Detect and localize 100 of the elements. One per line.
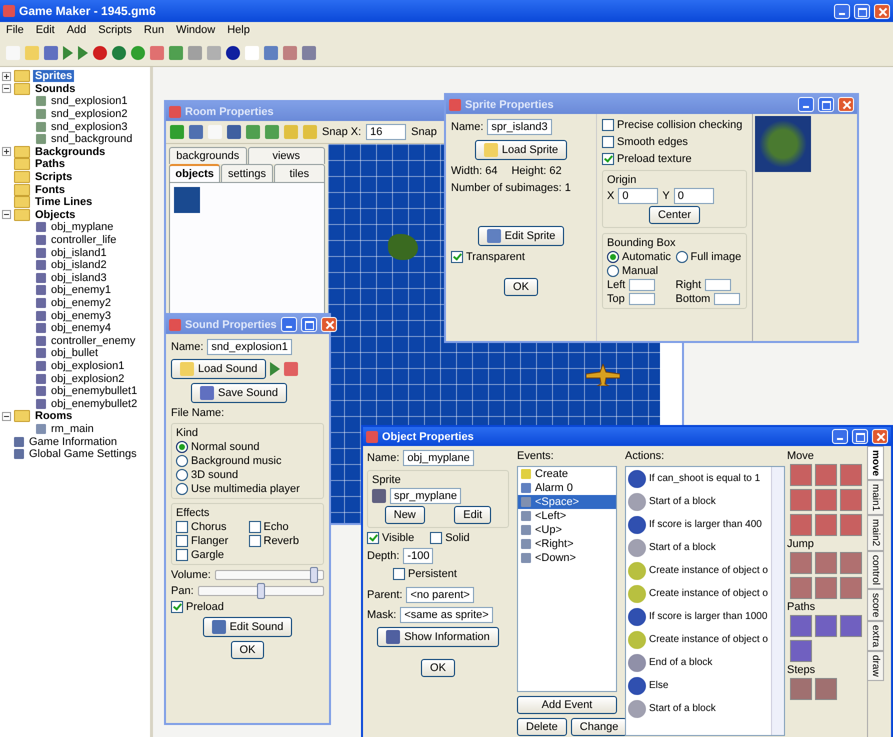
load-sound-button[interactable]: Load Sound [171, 359, 266, 379]
menu-item[interactable]: Help [227, 24, 250, 38]
maximize-button[interactable] [854, 4, 870, 18]
name-field[interactable]: snd_explosion1 [207, 339, 292, 355]
slider-thumb[interactable] [256, 583, 265, 599]
island-sprite[interactable] [388, 234, 418, 260]
action-icon[interactable] [815, 615, 837, 637]
tree-item[interactable]: Global Game Settings [27, 448, 139, 460]
side-tab[interactable]: control [868, 550, 884, 589]
action-item[interactable]: Create instance of object o [626, 559, 771, 582]
menu-item[interactable]: Scripts [98, 24, 132, 38]
tree-item[interactable]: obj_myplane [49, 221, 116, 234]
transparent-checkbox[interactable]: Transparent [451, 251, 525, 263]
checkbox[interactable]: Preload texture [602, 153, 692, 165]
maximize-button[interactable] [300, 317, 317, 332]
ok-button[interactable]: OK [504, 278, 538, 296]
event-item[interactable]: <Space> [518, 495, 616, 509]
add-event-button[interactable]: Add Event [517, 696, 617, 714]
center-button[interactable]: Center [648, 206, 700, 224]
tab[interactable]: tiles [274, 164, 325, 182]
tree-item[interactable]: Scripts [33, 171, 74, 184]
collapse-icon[interactable] [2, 412, 11, 421]
event-item[interactable]: <Left> [518, 509, 616, 523]
tree-item[interactable]: obj_explosion1 [49, 360, 126, 372]
preload-checkbox[interactable]: Preload [171, 601, 224, 613]
checkbox[interactable]: Precise collision checking [602, 119, 742, 131]
object-thumbnail[interactable] [174, 187, 200, 213]
tree-item[interactable]: Time Lines [33, 196, 94, 208]
minimize-button[interactable] [798, 97, 814, 112]
change-button[interactable]: Change [570, 718, 628, 736]
menu-item[interactable]: Window [176, 24, 216, 38]
action-icon[interactable] [790, 615, 812, 637]
side-tab[interactable]: main2 [868, 515, 884, 551]
tree-item[interactable]: obj_explosion2 [49, 372, 126, 385]
number-field[interactable] [714, 293, 740, 305]
event-item[interactable]: <Down> [518, 551, 616, 565]
tree-item[interactable]: obj_bullet [49, 347, 100, 360]
action-icon[interactable] [790, 640, 812, 662]
event-item[interactable]: <Up> [518, 523, 616, 537]
tree-item[interactable]: Sounds [33, 82, 78, 95]
tree-item[interactable]: Backgrounds [33, 146, 108, 158]
tree-item[interactable]: Rooms [33, 410, 74, 422]
tree-item[interactable]: snd_explosion2 [49, 108, 130, 120]
close-button[interactable] [872, 429, 888, 444]
maximize-button[interactable] [852, 429, 868, 444]
name-field[interactable]: spr_island3 [487, 119, 552, 135]
radio-button[interactable]: Full image [676, 251, 742, 263]
edit-button[interactable]: Edit [454, 506, 492, 524]
save-sound-button[interactable]: Save Sound [191, 383, 287, 403]
minimize-button[interactable] [280, 317, 297, 332]
radio-button[interactable]: Manual [607, 265, 658, 277]
tree-item[interactable]: Game Information [27, 436, 120, 448]
tree-item[interactable]: controller_life [49, 234, 118, 246]
checkbox[interactable]: Reverb [248, 535, 299, 547]
maximize-button[interactable] [818, 97, 834, 112]
checkbox[interactable]: Gargle [176, 549, 224, 561]
depth-field[interactable]: -100 [403, 548, 434, 564]
action-item[interactable]: If score is larger than 1000 [626, 605, 771, 628]
number-field[interactable] [629, 279, 656, 291]
persistent-checkbox[interactable]: Persistent [393, 568, 457, 580]
side-tab[interactable]: draw [868, 651, 884, 682]
action-item[interactable]: End of a block [626, 651, 771, 674]
collapse-icon[interactable] [2, 84, 11, 94]
tree-item[interactable]: obj_enemy2 [49, 296, 113, 309]
tree-item[interactable]: Paths [33, 158, 67, 170]
number-field[interactable] [628, 293, 655, 305]
tab[interactable]: objects [169, 164, 220, 182]
edit-sprite-button[interactable]: Edit Sprite [478, 226, 564, 246]
side-tab[interactable]: extra [868, 621, 884, 652]
tab[interactable]: backgrounds [169, 147, 246, 164]
radio-button[interactable]: 3D sound [176, 469, 238, 481]
mask-dropdown[interactable]: <same as sprite> [400, 607, 493, 623]
action-item[interactable]: Create instance of object o [626, 582, 771, 605]
parent-dropdown[interactable]: <no parent> [406, 587, 474, 603]
scrollbar[interactable] [771, 467, 784, 735]
show-information-button[interactable]: Show Information [377, 627, 499, 647]
event-item[interactable]: Create [518, 467, 616, 481]
tree-item[interactable]: obj_enemy4 [49, 322, 113, 334]
menu-item[interactable]: Add [66, 24, 86, 38]
tree-item[interactable]: obj_island3 [49, 272, 109, 284]
load-sprite-button[interactable]: Load Sprite [474, 140, 568, 160]
slider-thumb[interactable] [310, 567, 318, 583]
tree-item[interactable]: obj_island1 [49, 246, 109, 259]
sprite-dropdown[interactable]: spr_myplane [390, 488, 461, 504]
radio-button[interactable]: Automatic [607, 251, 671, 263]
action-item[interactable]: Start of a block [626, 697, 771, 720]
tree-item[interactable]: snd_background [49, 133, 134, 146]
delete-button[interactable]: Delete [517, 718, 567, 736]
new-button[interactable]: New [384, 506, 425, 524]
action-item[interactable]: Start of a block [626, 536, 771, 559]
tree-item[interactable]: Objects [33, 208, 78, 221]
ok-button[interactable]: OK [230, 641, 264, 659]
action-item[interactable]: Create instance of object o [626, 628, 771, 651]
action-item[interactable]: Else [626, 674, 771, 697]
checkbox[interactable]: Flanger [176, 535, 228, 547]
side-tab[interactable]: main1 [868, 480, 884, 516]
solid-checkbox[interactable]: Solid [430, 532, 470, 544]
snap-field[interactable]: 16 [366, 124, 406, 140]
tree-item[interactable]: rm_main [49, 422, 96, 435]
action-icon[interactable] [840, 615, 862, 637]
